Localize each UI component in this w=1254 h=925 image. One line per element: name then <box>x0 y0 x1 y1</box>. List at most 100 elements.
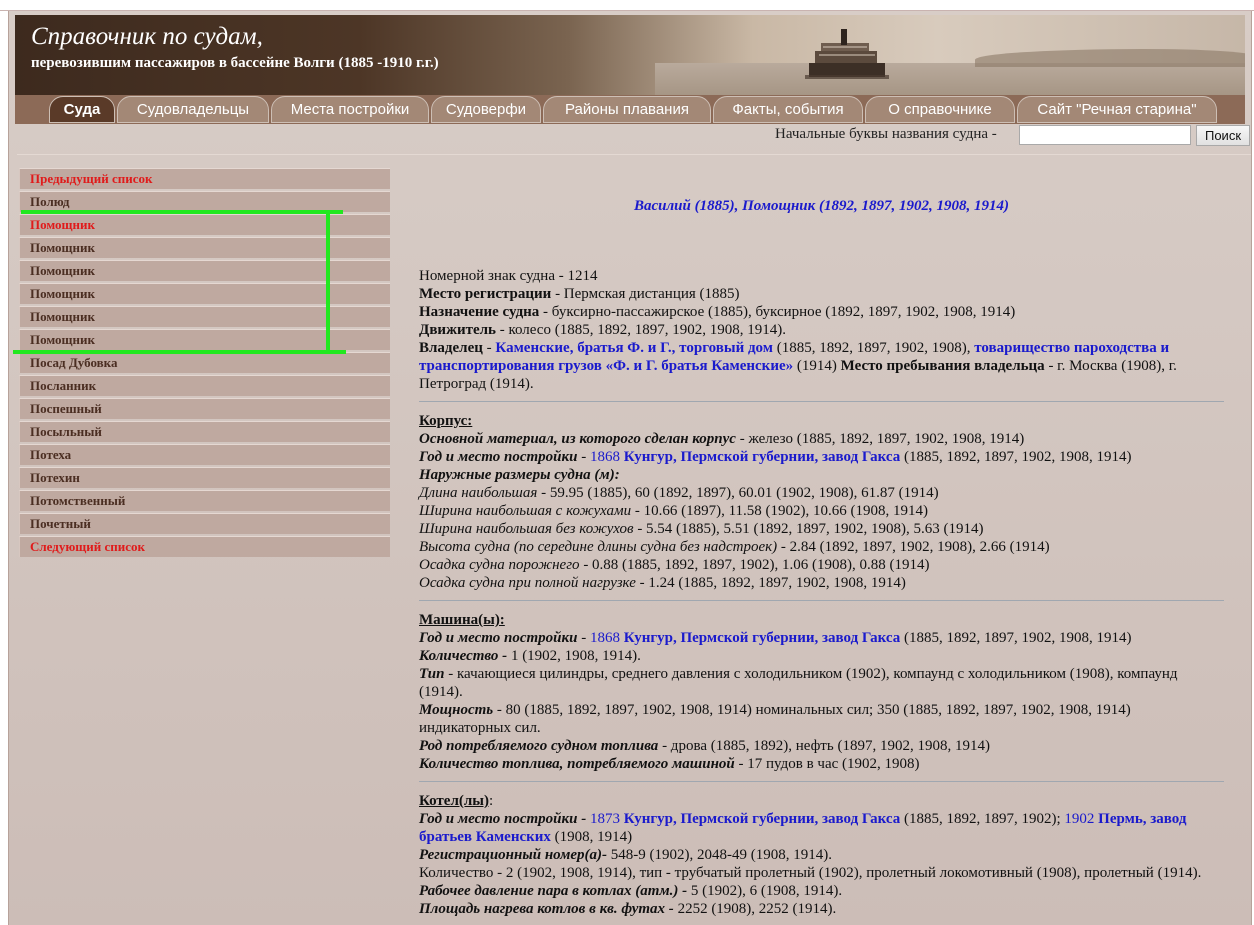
sidebar-item[interactable]: Помощник <box>19 329 390 350</box>
boiler-reg-row: Регистрационный номер(а)- 548-9 (1902), … <box>419 846 1224 864</box>
boiler-area-label: Площадь нагрева котлов в кв. футах - <box>419 901 674 917</box>
dim-value: - 1.24 (1885, 1892, 1897, 1902, 1908, 19… <box>635 575 906 591</box>
purpose-value: - буксирно-пассажирское (1885), буксирно… <box>539 304 1016 320</box>
hull-dims-label: Наружные размеры судна (м): <box>419 467 620 483</box>
dim-row: Ширина наибольшая без кожухов - 5.54 (18… <box>419 520 1224 538</box>
tab-sudа[interactable]: Суда <box>49 96 115 123</box>
propulsion-value: - колесо (1885, 1892, 1897, 1902, 1908, … <box>495 322 786 338</box>
machine-consumption-row: Количество топлива, потребляемого машино… <box>419 755 1224 773</box>
search-button[interactable]: Поиск <box>1196 125 1250 146</box>
registration-value: - Пермская дистанция (1885) <box>551 286 740 302</box>
sidebar-item[interactable]: Почетный <box>19 513 390 534</box>
tab-site-link[interactable]: Сайт "Речная старина" <box>1017 96 1217 123</box>
sidebar-item[interactable]: Помощник <box>19 283 390 304</box>
dim-value: - 5.54 (1885), 5.51 (1892, 1897, 1902, 1… <box>633 521 984 537</box>
dim-value: - 2.84 (1892, 1897, 1902, 1908), 2.66 (1… <box>777 539 1050 555</box>
machine-built-year-link[interactable]: 1868 <box>590 630 620 646</box>
dim-value: - 0.88 (1885, 1892, 1897, 1902), 1.06 (1… <box>579 557 930 573</box>
purpose-label: Назначение судна <box>419 304 540 320</box>
site-title: Справочник по судам, <box>31 23 263 50</box>
hull-built-row: Год и место постройки - 1868 Кунгур, Пер… <box>419 448 1224 466</box>
owner-label: Владелец <box>419 340 483 356</box>
banner-hill <box>975 49 1245 67</box>
machine-consumption-label: Количество топлива, потребляемого машино… <box>419 756 735 772</box>
machine-power-row: Мощность - 80 (1885, 1892, 1897, 1902, 1… <box>419 701 1224 737</box>
propulsion-label: Движитель <box>419 322 496 338</box>
boiler-title: Котел(лы) <box>419 793 489 809</box>
machine-type-row: Тип - качающиеся цилиндры, среднего давл… <box>419 665 1224 701</box>
boiler-qty-row: Количество - 2 (1902, 1908, 1914), тип -… <box>419 864 1224 882</box>
dim-value: - 10.66 (1897), 11.58 (1902), 10.66 (190… <box>631 503 929 519</box>
dim-label: Высота судна (по середине длины судна бе… <box>419 539 778 555</box>
owner-location-label: Место пребывания владельца <box>840 358 1045 374</box>
green-highlight-right <box>326 210 330 350</box>
vessel-body: Номерной знак судна - 1214 Место регистр… <box>419 267 1224 918</box>
tab-about[interactable]: О справочнике <box>865 96 1015 123</box>
main-nav: Суда Судовладельцы Места постройки Судов… <box>15 95 1245 124</box>
boiler-built-years-1: (1885, 1892, 1897, 1902); <box>900 811 1065 827</box>
sidebar-item[interactable]: Полюд <box>19 191 390 212</box>
sidebar-item[interactable]: Помощник <box>19 306 390 327</box>
hull-built-sep: - <box>577 449 590 465</box>
steamship-image <box>805 29 889 79</box>
tab-facts-events[interactable]: Факты, события <box>713 96 863 123</box>
machine-type-value: - качающиеся цилиндры, среднего давления… <box>419 666 1178 700</box>
owner-row: Владелец - Каменские, братья Ф. и Г., то… <box>419 339 1224 393</box>
hull-built-label: Год и место постройки <box>419 449 578 465</box>
tab-shipyards[interactable]: Судоверфи <box>431 96 541 123</box>
boiler-reg-label: Регистрационный номер(а)- <box>419 847 607 863</box>
page-container: Справочник по судам, перевозившим пассаж… <box>8 11 1252 925</box>
machine-title-row: Машина(ы): <box>419 611 1224 629</box>
sidebar-prev-list[interactable]: Предыдущий список <box>19 168 390 189</box>
sidebar-item[interactable]: Потеха <box>19 444 390 465</box>
hull-built-place-link[interactable]: Кунгур, Пермской губернии, завод Гакса <box>620 449 901 465</box>
propulsion-row: Движитель - колесо (1885, 1892, 1897, 19… <box>419 321 1224 339</box>
boiler-pressure-label: Рабочее давление пара в котлах (атм.) - <box>419 883 688 899</box>
tab-shipowners[interactable]: Судовладельцы <box>117 96 269 123</box>
search-label: Начальные буквы названия судна - <box>775 126 997 142</box>
dim-value: - 59.95 (1885), 60 (1892, 1897), 60.01 (… <box>537 485 939 501</box>
tab-build-places[interactable]: Места постройки <box>271 96 429 123</box>
boiler-title-row: Котел(лы): <box>419 792 1224 810</box>
boiler-qty-text: Количество - 2 (1902, 1908, 1914), тип -… <box>419 865 1202 881</box>
hull-title-row: Корпус: <box>419 412 1224 430</box>
number-row: Номерной знак судна - 1214 <box>419 267 1224 285</box>
owner-years-2: (1914) <box>793 358 841 374</box>
sidebar-item[interactable]: Помощник <box>19 260 390 281</box>
banner-water <box>655 63 1245 95</box>
number-text: Номерной знак судна - 1214 <box>419 268 598 284</box>
tab-navigation-areas[interactable]: Районы плавания <box>543 96 711 123</box>
boiler-built-place-link-1[interactable]: Кунгур, Пермской губернии, завод Гакса <box>620 811 901 827</box>
sidebar-item[interactable]: Помощник <box>19 237 390 258</box>
boiler-built-year-link-1[interactable]: 1873 <box>586 811 620 827</box>
machine-built-place-link[interactable]: Кунгур, Пермской губернии, завод Гакса <box>620 630 901 646</box>
boiler-built-year-link-2[interactable]: 1902 <box>1064 811 1094 827</box>
hull-built-year-link[interactable]: 1868 <box>590 449 620 465</box>
site-subtitle: перевозившим пассажиров в бассейне Волги… <box>31 55 439 71</box>
owner-sep: - <box>482 340 496 356</box>
search-input[interactable] <box>1019 125 1191 145</box>
sidebar-item[interactable]: Поспешный <box>19 398 390 419</box>
registration-row: Место регистрации - Пермская дистанция (… <box>419 285 1224 303</box>
sidebar-item[interactable]: Посланник <box>19 375 390 396</box>
boiler-pressure-value: 5 (1902), 6 (1908, 1914). <box>687 883 843 899</box>
sidebar-item[interactable]: Посыльный <box>19 421 390 442</box>
purpose-row: Назначение судна - буксирно-пассажирское… <box>419 303 1224 321</box>
owner-years-1: (1885, 1892, 1897, 1902, 1908), <box>773 340 975 356</box>
sidebar-item[interactable]: Потехин <box>19 467 390 488</box>
boiler-built-label: Год и место постройки - <box>419 811 587 827</box>
dim-label: Длина наибольшая <box>419 485 538 501</box>
boiler-reg-value: 548-9 (1902), 2048-49 (1908, 1914). <box>607 847 832 863</box>
machine-type-label: Тип <box>419 666 445 682</box>
sidebar-item[interactable]: Потомственный <box>19 490 390 511</box>
sidebar-item-current[interactable]: Помощник <box>19 214 390 235</box>
owner-link-1[interactable]: Каменские, братья Ф. и Г., торговый дом <box>495 340 773 356</box>
hull-material-value: - железо (1885, 1892, 1897, 1902, 1908, … <box>735 431 1025 447</box>
dim-row: Осадка судна порожнего - 0.88 (1885, 189… <box>419 556 1224 574</box>
registration-label: Место регистрации <box>419 286 552 302</box>
section-divider <box>419 600 1224 601</box>
machine-fuel-label: Род потребляемого судном топлива <box>419 738 659 754</box>
sidebar-next-list[interactable]: Следующий список <box>19 536 390 557</box>
sidebar-item[interactable]: Посад Дубовка <box>19 352 390 373</box>
hull-material-row: Основной материал, из которого сделан ко… <box>419 430 1224 448</box>
